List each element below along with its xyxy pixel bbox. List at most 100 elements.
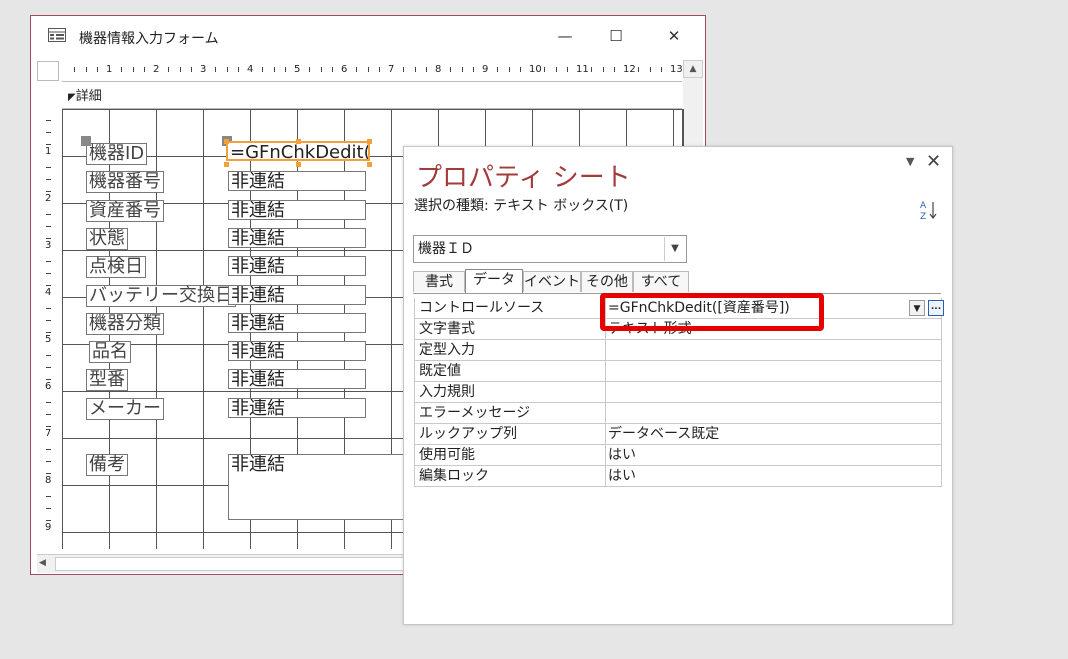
textbox-category[interactable]: 非連結 (228, 313, 366, 333)
property-value[interactable] (606, 382, 942, 402)
scroll-thumb[interactable] (55, 557, 417, 571)
property-value[interactable]: はい (606, 466, 942, 486)
property-row[interactable]: 文字書式 テキスト形式 (414, 319, 942, 340)
form-selector[interactable] (37, 61, 59, 81)
ruler-tick (367, 67, 369, 72)
property-value-control-source[interactable]: =GFnChkDedit([資産番号]) (606, 298, 942, 318)
ruler-tick (238, 67, 240, 72)
textbox-machine-id[interactable]: =GFnChkDedit([資 (226, 141, 370, 161)
label-model[interactable]: 型番 (86, 369, 128, 391)
ruler-number: 8 (435, 64, 442, 75)
textbox-inspection-date[interactable]: 非連結 (228, 256, 366, 276)
ruler-tick (46, 132, 51, 133)
label-maker[interactable]: メーカー (86, 398, 164, 420)
textbox-model[interactable]: 非連結 (228, 369, 366, 389)
property-value[interactable]: データベース既定 (606, 424, 942, 444)
builder-button[interactable]: ... (928, 300, 944, 316)
ruler-tick (214, 67, 216, 72)
maximize-button[interactable]: ☐ (601, 24, 631, 48)
ruler-tick (226, 67, 228, 72)
ruler-tick (46, 520, 51, 521)
textbox-remarks[interactable]: 非連結 (228, 454, 418, 520)
chevron-down-icon[interactable]: ▼ (664, 237, 685, 261)
ruler-tick (46, 332, 51, 333)
label-inspection-date[interactable]: 点検日 (86, 256, 146, 278)
textbox-product-name[interactable]: 非連結 (228, 341, 366, 361)
resize-handle[interactable] (296, 162, 301, 167)
textbox-machine-number[interactable]: 非連結 (228, 171, 366, 191)
resize-handle[interactable] (224, 139, 229, 144)
property-row[interactable]: コントロールソース =GFnChkDedit([資産番号]) ▼ ... (414, 298, 944, 319)
property-value[interactable] (606, 361, 942, 381)
tab-event[interactable]: イベント (523, 271, 581, 292)
textbox-asset-number[interactable]: 非連結 (228, 200, 366, 220)
resize-handle[interactable] (296, 139, 301, 144)
ruler-tick (46, 473, 51, 474)
property-value[interactable] (606, 340, 942, 360)
object-selector-combo[interactable]: 機器ＩＤ ▼ (413, 235, 687, 263)
ruler-number: 8 (45, 475, 52, 486)
ruler-tick (46, 414, 51, 415)
property-value[interactable] (606, 403, 942, 423)
property-row[interactable]: 入力規則 (414, 382, 942, 403)
ruler-number: 4 (247, 64, 254, 75)
sort-icon[interactable]: A Z (920, 199, 938, 221)
property-value[interactable]: テキスト形式 (606, 319, 942, 339)
minimize-button[interactable]: — (550, 24, 580, 48)
property-row[interactable]: エラーメッセージ (414, 403, 942, 424)
ruler-number: 6 (45, 381, 52, 392)
scroll-left-icon[interactable]: ◀ (39, 558, 46, 568)
scroll-up-icon[interactable]: ▲ (683, 60, 703, 78)
vertical-ruler[interactable]: 1 2 3 4 5 6 7 8 9 (37, 84, 59, 554)
label-asset-number[interactable]: 資産番号 (86, 200, 164, 222)
ruler-tick (179, 67, 181, 72)
tab-data[interactable]: データ (465, 269, 523, 293)
ruler-number: 13 (670, 64, 682, 75)
tab-format[interactable]: 書式 (413, 271, 465, 292)
ruler-tick (320, 67, 322, 72)
label-product-name[interactable]: 品名 (89, 341, 131, 363)
resize-handle[interactable] (367, 139, 372, 144)
ruler-tick (46, 120, 51, 121)
property-row[interactable]: 定型入力 (414, 340, 942, 361)
property-value[interactable]: はい (606, 445, 942, 465)
ruler-tick (46, 402, 51, 403)
tab-all[interactable]: すべて (633, 271, 689, 292)
ruler-number: 11 (576, 64, 589, 75)
property-row[interactable]: 編集ロック はい (414, 466, 942, 487)
label-battery-date[interactable]: バッテリー交換日 (86, 285, 236, 307)
property-row[interactable]: 使用可能 はい (414, 445, 942, 466)
close-icon[interactable]: ✕ (926, 151, 941, 172)
textbox-battery-date[interactable]: 非連結 (228, 285, 366, 305)
label-status[interactable]: 状態 (86, 228, 128, 250)
ruler-number: 1 (45, 146, 52, 157)
label-machine-number[interactable]: 機器番号 (86, 171, 164, 193)
property-row[interactable]: ルックアップ列 データベース既定 (414, 424, 942, 445)
close-button[interactable]: ✕ (659, 24, 689, 48)
label-remarks[interactable]: 備考 (86, 454, 128, 476)
property-grid: コントロールソース =GFnChkDedit([資産番号]) ▼ ... 文字書… (414, 298, 944, 487)
detail-section-bar[interactable]: ◤詳細 (62, 86, 682, 109)
ruler-number: 1 (106, 64, 113, 75)
chevron-down-icon[interactable]: ▼ (906, 155, 914, 168)
detail-section-label: 詳細 (75, 89, 102, 104)
property-row[interactable]: 既定値 (414, 361, 942, 382)
ruler-number: 7 (45, 428, 52, 439)
chevron-down-icon[interactable]: ▼ (909, 300, 925, 316)
property-name: 既定値 (414, 361, 606, 381)
textbox-status[interactable]: 非連結 (228, 228, 366, 248)
form-titlebar[interactable]: 機器情報入力フォーム — ☐ ✕ (31, 16, 705, 56)
ruler-tick (46, 355, 51, 356)
label-category[interactable]: 機器分類 (86, 313, 164, 335)
combo-value: 機器ＩＤ (418, 241, 474, 257)
property-name: 使用可能 (414, 445, 606, 465)
resize-handle[interactable] (367, 162, 372, 167)
horizontal-ruler[interactable]: 1 2 3 4 5 6 7 8 9 10 11 12 13 (62, 61, 682, 82)
ruler-tick (496, 67, 498, 72)
move-handle[interactable] (81, 136, 91, 146)
ruler-number: 3 (200, 64, 207, 75)
label-machine-id[interactable]: 機器ID (86, 143, 148, 165)
tab-other[interactable]: その他 (581, 271, 633, 292)
textbox-maker[interactable]: 非連結 (228, 398, 366, 418)
resize-handle[interactable] (224, 162, 229, 167)
